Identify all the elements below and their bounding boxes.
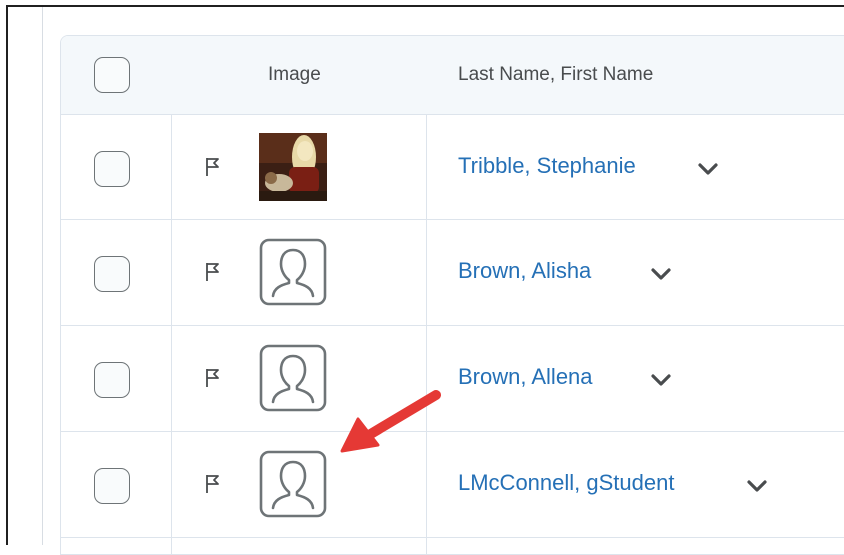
row-select-checkbox[interactable] bbox=[94, 468, 130, 504]
student-name-link[interactable]: Tribble, Stephanie bbox=[458, 153, 636, 179]
table-row: Tribble, Stephanie bbox=[61, 115, 844, 220]
sidebar-divider bbox=[42, 7, 43, 545]
red-arrow-icon bbox=[340, 390, 441, 453]
student-name-link[interactable]: Brown, Allena bbox=[458, 364, 593, 390]
student-name-link[interactable]: LMcConnell, gStudent bbox=[458, 470, 674, 496]
student-name-link[interactable]: Brown, Alisha bbox=[458, 258, 591, 284]
chevron-down-icon[interactable] bbox=[746, 479, 768, 493]
chevron-down-icon[interactable] bbox=[650, 267, 672, 281]
select-all-checkbox[interactable] bbox=[94, 57, 130, 93]
flag-icon[interactable] bbox=[205, 474, 221, 494]
user-avatar-icon bbox=[259, 238, 327, 306]
column-header-image: Image bbox=[268, 64, 321, 85]
table-row: Brown, Allena bbox=[61, 326, 844, 432]
row-select-checkbox[interactable] bbox=[94, 256, 130, 292]
table-row: LMcConnell, gStudent bbox=[61, 432, 844, 538]
table-header-row: Image Last Name, First Name bbox=[61, 36, 844, 115]
flag-icon[interactable] bbox=[205, 368, 221, 388]
user-avatar-icon bbox=[259, 344, 327, 412]
table-row: Brown, Alisha bbox=[61, 220, 844, 326]
chevron-down-icon[interactable] bbox=[697, 162, 719, 176]
row-select-checkbox[interactable] bbox=[94, 362, 130, 398]
table-row bbox=[61, 538, 844, 554]
user-photo bbox=[259, 133, 327, 201]
flag-icon[interactable] bbox=[205, 262, 221, 282]
column-header-name[interactable]: Last Name, First Name bbox=[458, 64, 653, 86]
classlist-table: Image Last Name, First Name Tribble, Ste… bbox=[60, 35, 844, 555]
row-select-checkbox[interactable] bbox=[94, 151, 130, 187]
user-avatar-icon bbox=[259, 450, 327, 518]
flag-icon[interactable] bbox=[205, 157, 221, 177]
chevron-down-icon[interactable] bbox=[650, 373, 672, 387]
